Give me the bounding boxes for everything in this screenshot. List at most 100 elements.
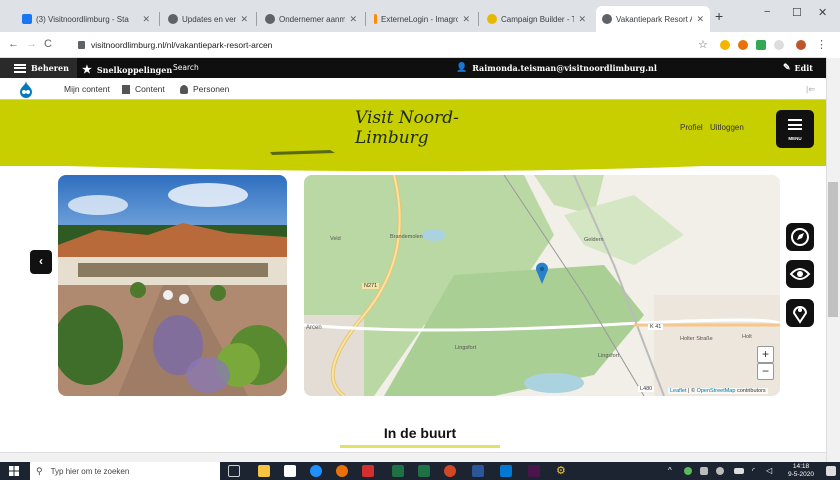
carousel-prev-button[interactable]: ‹	[30, 250, 52, 274]
resort-photo-image	[58, 175, 287, 396]
header-swoosh	[0, 150, 826, 172]
lock-icon	[78, 41, 85, 49]
reload-button[interactable]: C	[44, 38, 52, 50]
minimize-button[interactable]: −	[764, 6, 770, 18]
tab-label: Vakantiepark Resort Arcen	[616, 14, 693, 24]
admin-toolbar: Beheren ★ Snelkoppelingen Search 👤 Raimo…	[0, 58, 826, 78]
uitloggen-link[interactable]: Uitloggen	[710, 123, 744, 132]
edit-button[interactable]: ✎ Edit	[783, 63, 813, 73]
excel-icon[interactable]	[392, 465, 404, 477]
extension-icon[interactable]	[738, 40, 748, 50]
site-logo[interactable]: Visit Noord-Limburg	[355, 108, 495, 148]
section-title: In de buurt	[383, 425, 457, 441]
vertical-scrollbar-thumb[interactable]	[828, 182, 838, 317]
profile-avatar[interactable]	[796, 40, 806, 50]
osm-link[interactable]: OpenStreetMap	[697, 388, 736, 394]
map-marker-icon[interactable]	[536, 262, 548, 284]
map-label-holter-strasse: Holter Straße	[680, 336, 713, 342]
mijn-content-link[interactable]: Mijn content	[64, 84, 110, 94]
leaflet-link[interactable]: Leaflet	[670, 388, 687, 394]
browser-tab[interactable]: Ondernemer aanmaken | V ✕	[259, 6, 363, 32]
slack-icon[interactable]	[528, 465, 540, 477]
browser-tab-active[interactable]: Vakantiepark Resort Arcen ✕	[596, 6, 710, 32]
profiel-link[interactable]: Profiel	[680, 123, 703, 132]
task-view-icon[interactable]	[228, 465, 240, 477]
maximize-button[interactable]: ☐	[792, 6, 802, 19]
address-bar[interactable]: visitnoordlimburg.nl/nl/vakantiepark-res…	[78, 36, 668, 54]
content-link[interactable]: Content	[122, 84, 165, 94]
menu-button[interactable]: MENU	[776, 110, 814, 148]
browser-tab[interactable]: (3) Visitnoordlimburg - Sta ✕	[16, 6, 156, 32]
bookmark-star-icon[interactable]: ☆	[698, 38, 708, 51]
extension-icon[interactable]	[720, 40, 730, 50]
close-window-button[interactable]: ✕	[818, 6, 827, 19]
toolbar-orientation-icon[interactable]: |⇐	[806, 84, 815, 95]
tray-app-icon[interactable]	[716, 467, 724, 475]
file-explorer-icon[interactable]	[258, 465, 270, 477]
user-menu-button[interactable]: 👤 Raimonda.teisman@visitnoordlimburg.nl	[456, 63, 657, 73]
back-button[interactable]: ←	[8, 38, 19, 50]
navigate-button[interactable]	[786, 223, 814, 251]
outlook-icon[interactable]	[500, 465, 512, 477]
hamburger-icon	[788, 119, 802, 130]
wifi-icon[interactable]: ◜	[752, 465, 764, 477]
word-icon[interactable]	[472, 465, 484, 477]
taskbar-search[interactable]: ⚲ Typ hier om te zoeken	[30, 462, 220, 480]
eye-icon	[789, 268, 811, 280]
zoom-out-button[interactable]: −	[757, 363, 774, 380]
close-tab-icon[interactable]: ✕	[142, 14, 150, 25]
location-pin-icon	[792, 306, 808, 324]
tray-app-icon[interactable]	[700, 467, 708, 475]
star-icon: ★	[82, 63, 92, 76]
browser-tab[interactable]: Campaign Builder - Templa ✕	[481, 6, 592, 32]
tray-app-icon[interactable]	[684, 467, 692, 475]
tab-label: Campaign Builder - Templa	[501, 14, 575, 24]
horizontal-scrollbar[interactable]	[0, 452, 826, 462]
tab-divider	[365, 12, 366, 26]
imagro-icon	[374, 14, 377, 24]
close-tab-icon[interactable]: ✕	[349, 14, 357, 25]
tray-chevron-icon[interactable]: ^	[668, 465, 680, 477]
drupal-logo-icon[interactable]	[17, 80, 35, 98]
tab-label: Updates en verhalen | Visit	[182, 14, 237, 24]
extension-icon[interactable]	[774, 40, 784, 50]
beheren-button[interactable]: Beheren	[0, 58, 77, 78]
powerpoint-icon[interactable]	[444, 465, 456, 477]
edit-label: Edit	[794, 63, 813, 73]
personen-link[interactable]: Personen	[180, 84, 229, 94]
tab-label: ExterneLogin - Imagro beel	[381, 14, 459, 24]
forward-button[interactable]: →	[26, 38, 37, 50]
browser-tab[interactable]: Updates en verhalen | Visit ✕	[162, 6, 254, 32]
volume-icon[interactable]: ◁	[766, 465, 778, 477]
view-button[interactable]	[786, 260, 814, 288]
admin-search[interactable]: Search	[173, 63, 199, 72]
map-label-brandemolen: Brandemolen	[390, 234, 423, 240]
content-label: Content	[135, 84, 165, 94]
new-tab-button[interactable]: +	[715, 8, 723, 24]
battery-icon[interactable]	[734, 468, 744, 474]
zoom-in-button[interactable]: +	[757, 346, 774, 363]
attribution-tail: contributors	[735, 388, 766, 394]
extension-check-icon[interactable]	[756, 40, 766, 50]
settings-gear-icon[interactable]: ⚙	[556, 465, 568, 477]
edge-icon[interactable]	[310, 465, 322, 477]
snelkoppelingen-button[interactable]: ★ Snelkoppelingen	[82, 63, 172, 76]
browser-menu-icon[interactable]: ⋮	[816, 38, 827, 51]
notifications-icon[interactable]	[826, 466, 836, 476]
acrobat-icon[interactable]	[362, 465, 374, 477]
user-name: Raimonda.teisman@visitnoordlimburg.nl	[472, 63, 657, 73]
campaign-builder-icon	[487, 14, 497, 24]
excel-icon[interactable]	[418, 465, 430, 477]
close-tab-icon[interactable]: ✕	[578, 14, 586, 25]
store-icon[interactable]	[284, 465, 296, 477]
tab-divider	[256, 12, 257, 26]
windows-start-icon[interactable]	[9, 466, 19, 476]
close-tab-icon[interactable]: ✕	[240, 14, 248, 25]
close-tab-icon[interactable]: ✕	[696, 14, 704, 25]
location-button[interactable]	[786, 299, 814, 327]
close-tab-icon[interactable]: ✕	[462, 14, 470, 25]
chrome-icon[interactable]	[336, 465, 348, 477]
taskbar-clock[interactable]: 14:18 9-5-2020	[788, 463, 814, 479]
browser-tab[interactable]: ExterneLogin - Imagro beel ✕	[368, 6, 476, 32]
map-attribution: Leaflet | © OpenStreetMap contributors	[668, 388, 768, 394]
